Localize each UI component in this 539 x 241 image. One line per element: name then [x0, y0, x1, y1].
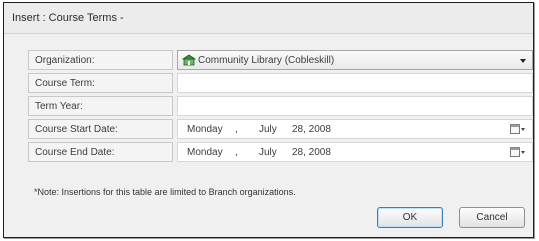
start-date-weekday[interactable]: Monday: [187, 124, 223, 135]
chevron-down-icon[interactable]: [520, 59, 526, 63]
calendar-dropdown-icon[interactable]: [510, 147, 526, 158]
dialog-title: Insert : Course Terms -: [12, 12, 124, 24]
course-term-row: Course Term:: [28, 73, 534, 93]
insert-course-terms-dialog: Insert : Course Terms - Organization: Co…: [3, 2, 534, 238]
end-date-picker[interactable]: Monday , July 28, 2008: [177, 142, 533, 162]
dialog-titlebar[interactable]: Insert : Course Terms -: [4, 3, 533, 34]
term-year-label: Term Year:: [28, 96, 173, 116]
organization-select[interactable]: Community Library (Cobleskill): [177, 50, 533, 70]
end-date-month[interactable]: July: [259, 147, 277, 158]
start-date-separator: ,: [235, 124, 238, 135]
start-date-month[interactable]: July: [259, 124, 277, 135]
cancel-button[interactable]: Cancel: [459, 207, 525, 228]
organization-row: Organization: Community Library (Coblesk…: [28, 50, 534, 70]
start-date-label: Course Start Date:: [28, 119, 173, 139]
term-year-input[interactable]: [177, 96, 533, 116]
end-date-weekday[interactable]: Monday: [187, 147, 223, 158]
end-date-separator: ,: [235, 147, 238, 158]
start-date-picker[interactable]: Monday , July 28, 2008: [177, 119, 533, 139]
library-building-icon: [182, 54, 196, 66]
start-date-row: Course Start Date: Monday , July 28, 200…: [28, 119, 534, 139]
course-term-input[interactable]: [177, 73, 533, 93]
organization-value: Community Library (Cobleskill): [198, 55, 335, 66]
ok-button[interactable]: OK: [377, 207, 443, 228]
calendar-dropdown-icon[interactable]: [510, 124, 526, 135]
organization-label: Organization:: [28, 50, 173, 70]
insertion-note: *Note: Insertions for this table are lim…: [34, 187, 296, 197]
start-date-day-year[interactable]: 28, 2008: [292, 124, 331, 135]
end-date-day-year[interactable]: 28, 2008: [292, 147, 331, 158]
end-date-label: Course End Date:: [28, 142, 173, 162]
course-term-label: Course Term:: [28, 73, 173, 93]
term-year-row: Term Year:: [28, 96, 534, 116]
end-date-row: Course End Date: Monday , July 28, 2008: [28, 142, 534, 162]
